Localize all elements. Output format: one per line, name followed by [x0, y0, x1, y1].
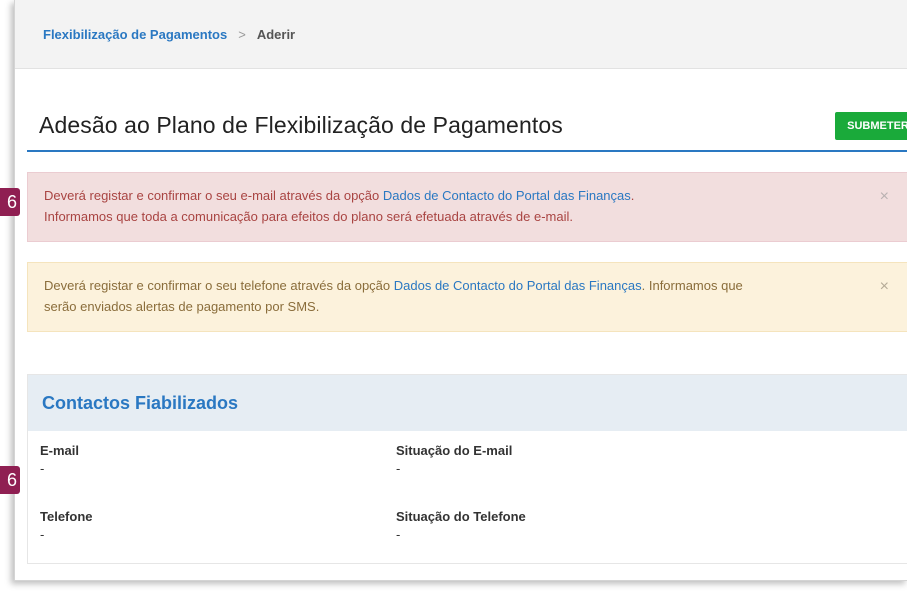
phone-status-label: Situação do Telefone — [396, 509, 526, 524]
email-alert-line2: Informamos que toda a comunicação para e… — [44, 209, 573, 224]
phone-label: Telefone — [40, 509, 93, 524]
breadcrumb-bar: Flexibilização de Pagamentos > Aderir — [15, 0, 907, 69]
email-status-value: - — [396, 461, 401, 476]
phone-status-field: Situação do Telefone - — [396, 509, 526, 542]
phone-alert: Deverá registar e confirmar o seu telefo… — [27, 262, 907, 332]
phone-alert-line1: Deverá registar e confirmar o seu telefo… — [44, 275, 847, 296]
submit-button[interactable]: SUBMETER — [835, 112, 907, 140]
step-badge: 6 — [0, 188, 20, 216]
email-alert-text-end: . — [630, 188, 635, 203]
email-status-label: Situação do E-mail — [396, 443, 513, 458]
close-icon[interactable]: × — [880, 186, 889, 207]
phone-alert-line2: serão enviados alertas de pagamento por … — [44, 299, 320, 314]
phone-field: Telefone - — [40, 509, 93, 542]
breadcrumb-current: Aderir — [256, 26, 296, 42]
email-alert-text: Deverá registar e confirmar o seu e-mail… — [44, 188, 383, 203]
email-label: E-mail — [40, 443, 80, 458]
step-badge: 6 — [0, 466, 20, 494]
email-alert-line1: Deverá registar e confirmar o seu e-mail… — [44, 185, 847, 206]
breadcrumb-separator: > — [238, 26, 246, 42]
app-window: Flexibilização de Pagamentos > Aderir Ad… — [14, 0, 907, 581]
phone-alert-text-end: . Informamos que — [641, 278, 743, 293]
contacts-panel-header: Contactos Fiabilizados — [28, 375, 907, 431]
phone-alert-text: Deverá registar e confirmar o seu telefo… — [44, 278, 394, 293]
email-field: E-mail - — [40, 443, 79, 476]
email-value: - — [40, 461, 45, 476]
page-title: Adesão ao Plano de Flexibilização de Pag… — [39, 112, 563, 138]
contacts-panel-title: Contactos Fiabilizados — [42, 392, 239, 413]
email-alert: Deverá registar e confirmar o seu e-mail… — [27, 172, 907, 242]
contacts-panel: Contactos Fiabilizados E-mail - Situação… — [27, 374, 907, 564]
phone-alert-contact-link[interactable]: Dados de Contacto do Portal das Finanças — [394, 278, 642, 293]
phone-value: - — [40, 527, 45, 542]
phone-status-value: - — [396, 527, 401, 542]
close-icon[interactable]: × — [880, 276, 889, 297]
title-row: Adesão ao Plano de Flexibilização de Pag… — [27, 108, 907, 152]
email-alert-contact-link[interactable]: Dados de Contacto do Portal das Finanças — [383, 188, 631, 203]
breadcrumb: Flexibilização de Pagamentos > Aderir — [43, 27, 295, 42]
email-status-field: Situação do E-mail - — [396, 443, 512, 476]
breadcrumb-link-flexibilizacao[interactable]: Flexibilização de Pagamentos — [43, 27, 227, 42]
